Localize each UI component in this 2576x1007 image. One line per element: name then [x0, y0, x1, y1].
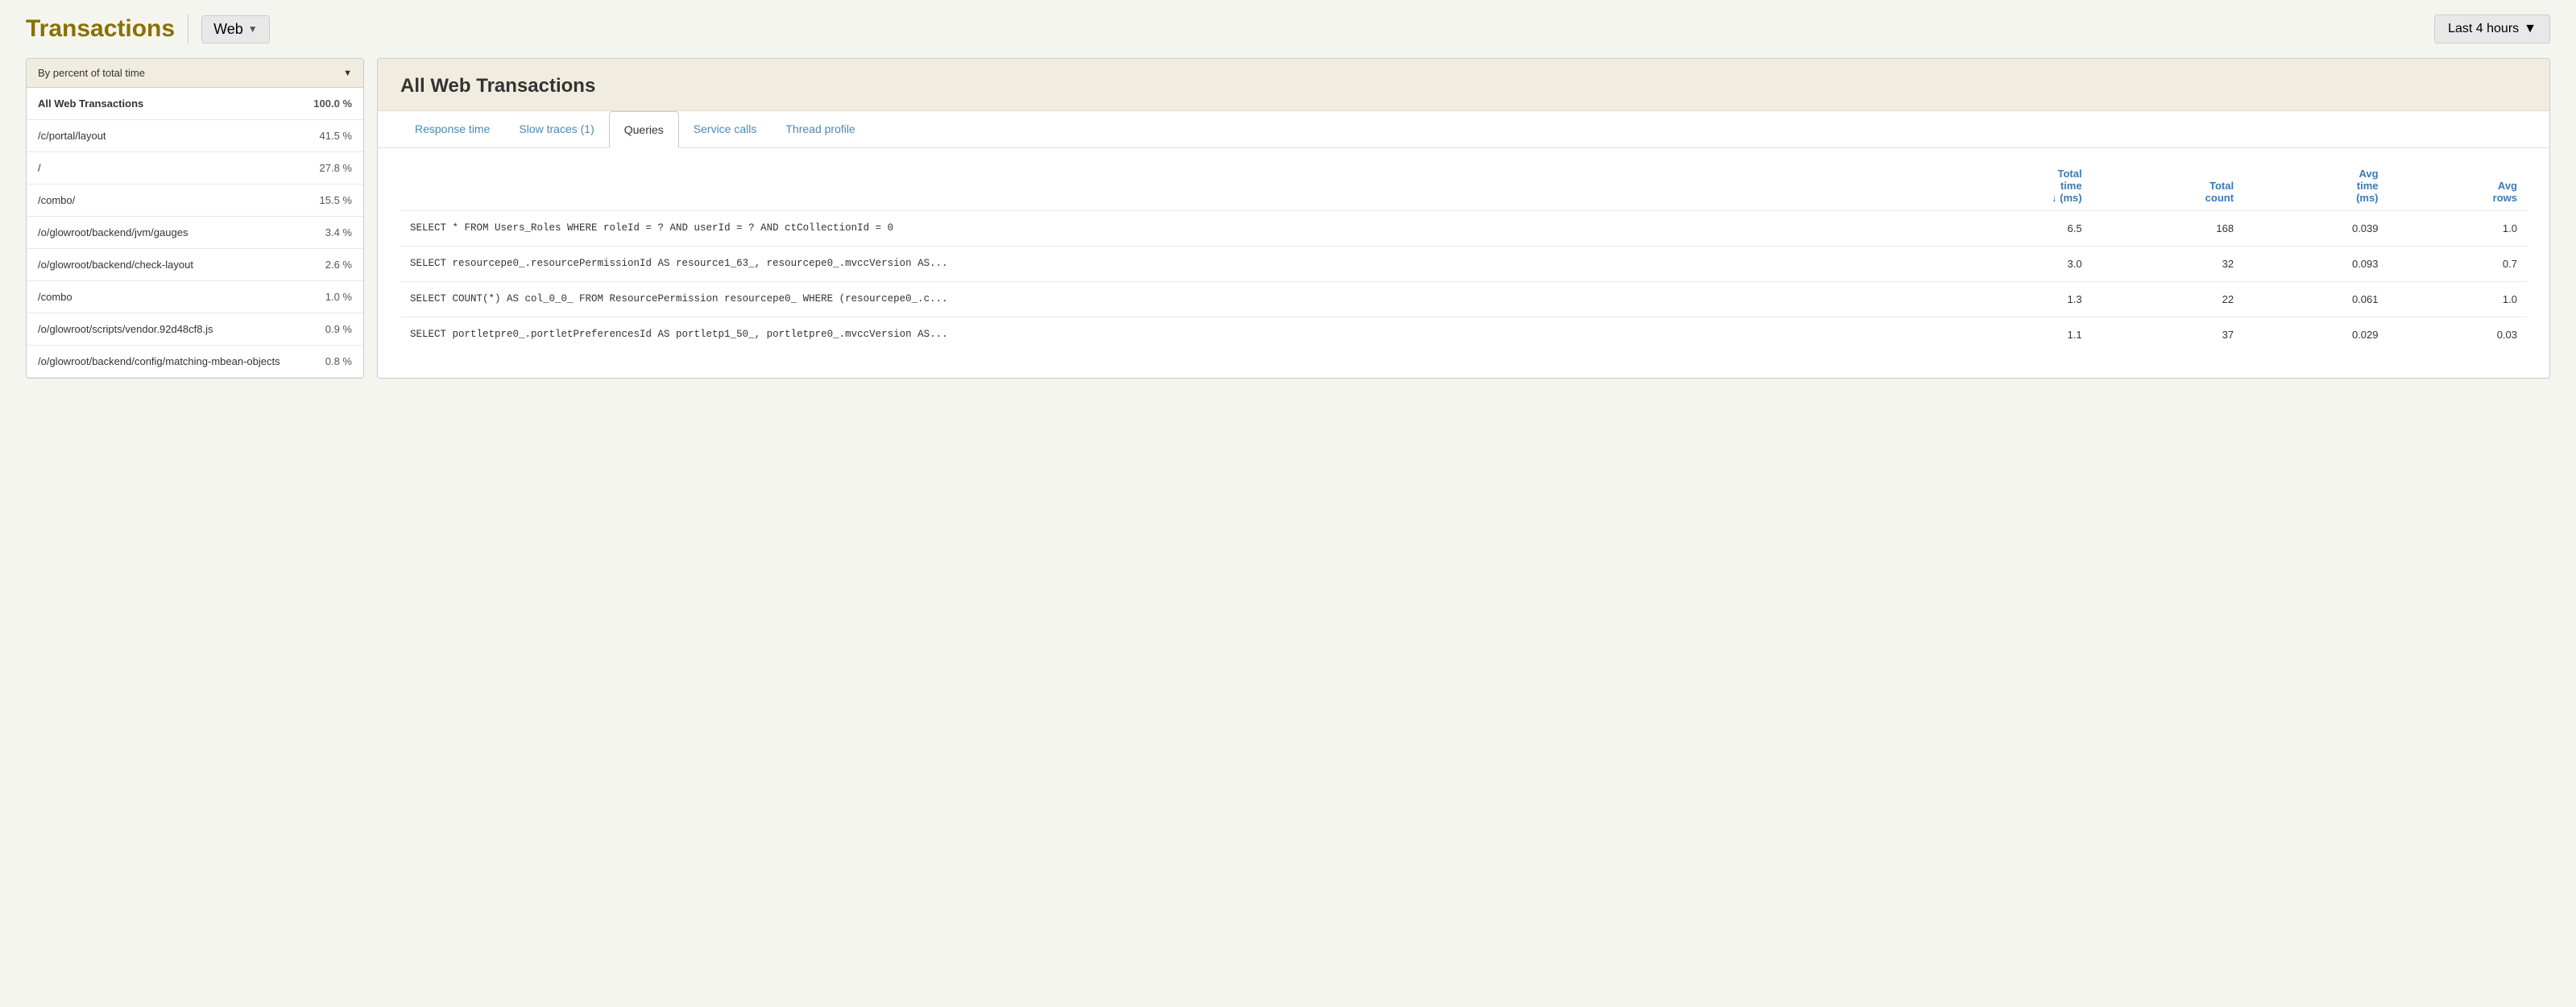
transaction-name: /combo [38, 291, 319, 303]
transaction-item[interactable]: /c/portal/layout 41.5 % [27, 120, 363, 152]
right-panel: All Web Transactions Response timeSlow t… [377, 58, 2550, 379]
avg-rows: 1.0 [2388, 282, 2527, 317]
transaction-name: /o/glowroot/scripts/vendor.92d48cf8.js [38, 323, 319, 335]
transaction-percent: 41.5 % [320, 130, 352, 142]
transaction-percent: 0.8 % [325, 355, 352, 367]
tab-queries[interactable]: Queries [609, 111, 679, 148]
avg-rows: 0.03 [2388, 317, 2527, 353]
tabs-bar: Response timeSlow traces (1)QueriesServi… [378, 111, 2549, 148]
sort-label: By percent of total time [38, 67, 145, 79]
transaction-percent: 15.5 % [320, 194, 352, 206]
top-left: Transactions Web ▼ [26, 15, 270, 44]
query-text: SELECT COUNT(*) AS col_0_0_ FROM Resourc… [400, 282, 1934, 317]
tab-response-time[interactable]: Response time [400, 111, 504, 148]
transaction-item[interactable]: /combo/ 15.5 % [27, 184, 363, 217]
transaction-list: All Web Transactions 100.0 % /c/portal/l… [27, 88, 363, 378]
table-row: SELECT * FROM Users_Roles WHERE roleId =… [400, 211, 2527, 247]
transaction-name: /o/glowroot/backend/check-layout [38, 259, 319, 271]
time-chevron-icon: ▼ [2524, 22, 2537, 36]
web-dropdown[interactable]: Web ▼ [201, 15, 270, 44]
transaction-item[interactable]: All Web Transactions 100.0 % [27, 88, 363, 120]
transaction-item[interactable]: / 27.8 % [27, 152, 363, 184]
table-row: SELECT portletpre0_.portletPreferencesId… [400, 317, 2527, 353]
right-panel-header: All Web Transactions [378, 59, 2549, 111]
transaction-item[interactable]: /o/glowroot/scripts/vendor.92d48cf8.js 0… [27, 313, 363, 346]
transaction-item[interactable]: /combo 1.0 % [27, 281, 363, 313]
avg-time: 0.061 [2243, 282, 2388, 317]
transaction-percent: 1.0 % [325, 291, 352, 303]
total-count: 22 [2092, 282, 2243, 317]
total-time: 6.5 [1934, 211, 2091, 247]
transaction-name: All Web Transactions [38, 97, 307, 110]
transaction-name: /combo/ [38, 194, 313, 206]
sort-chevron-icon: ▼ [343, 68, 352, 78]
query-text: SELECT * FROM Users_Roles WHERE roleId =… [400, 211, 1934, 247]
query-text: SELECT resourcepe0_.resourcePermissionId… [400, 247, 1934, 282]
time-range-dropdown[interactable]: Last 4 hours ▼ [2434, 15, 2550, 44]
transaction-name: /o/glowroot/backend/config/matching-mbea… [38, 355, 319, 367]
avg-time: 0.093 [2243, 247, 2388, 282]
transaction-name: /o/glowroot/backend/jvm/gauges [38, 226, 319, 238]
transaction-percent: 2.6 % [325, 259, 352, 271]
transaction-percent: 100.0 % [313, 97, 352, 110]
avg-rows: 0.7 [2388, 247, 2527, 282]
total-count: 32 [2092, 247, 2243, 282]
avg-time: 0.029 [2243, 317, 2388, 353]
avg-rows: 1.0 [2388, 211, 2527, 247]
transaction-percent: 0.9 % [325, 323, 352, 335]
transaction-item[interactable]: /o/glowroot/backend/check-layout 2.6 % [27, 249, 363, 281]
top-bar: Transactions Web ▼ Last 4 hours ▼ [0, 0, 2576, 58]
queries-table: Totaltime↓ (ms) Totalcount Avgtime(ms) A… [400, 161, 2527, 352]
total-time: 3.0 [1934, 247, 2091, 282]
col-header-avg-time: Avgtime(ms) [2243, 161, 2388, 211]
tab-service-calls[interactable]: Service calls [679, 111, 772, 148]
main-content: By percent of total time ▼ All Web Trans… [0, 58, 2576, 404]
total-count: 37 [2092, 317, 2243, 353]
queries-section: Totaltime↓ (ms) Totalcount Avgtime(ms) A… [378, 148, 2549, 365]
tab-thread-profile[interactable]: Thread profile [771, 111, 869, 148]
transaction-item[interactable]: /o/glowroot/backend/jvm/gauges 3.4 % [27, 217, 363, 249]
query-text: SELECT portletpre0_.portletPreferencesId… [400, 317, 1934, 353]
table-row: SELECT COUNT(*) AS col_0_0_ FROM Resourc… [400, 282, 2527, 317]
sort-dropdown[interactable]: By percent of total time ▼ [27, 59, 363, 88]
table-row: SELECT resourcepe0_.resourcePermissionId… [400, 247, 2527, 282]
col-header-query [400, 161, 1934, 211]
total-count: 168 [2092, 211, 2243, 247]
transaction-percent: 3.4 % [325, 226, 352, 238]
left-panel: By percent of total time ▼ All Web Trans… [26, 58, 364, 379]
col-header-total-time: Totaltime↓ (ms) [1934, 161, 2091, 211]
transaction-percent: 27.8 % [320, 162, 352, 174]
total-time: 1.1 [1934, 317, 2091, 353]
transaction-name: /c/portal/layout [38, 130, 313, 142]
time-range-label: Last 4 hours [2448, 22, 2519, 36]
right-panel-title: All Web Transactions [400, 75, 2527, 97]
col-header-total-count: Totalcount [2092, 161, 2243, 211]
web-chevron-icon: ▼ [248, 23, 258, 35]
tab-slow-traces-1[interactable]: Slow traces (1) [504, 111, 608, 148]
col-header-avg-rows: Avgrows [2388, 161, 2527, 211]
total-time: 1.3 [1934, 282, 2091, 317]
web-label: Web [213, 21, 243, 38]
transaction-name: / [38, 162, 313, 174]
avg-time: 0.039 [2243, 211, 2388, 247]
page-title: Transactions [26, 15, 175, 43]
transaction-item[interactable]: /o/glowroot/backend/config/matching-mbea… [27, 346, 363, 378]
